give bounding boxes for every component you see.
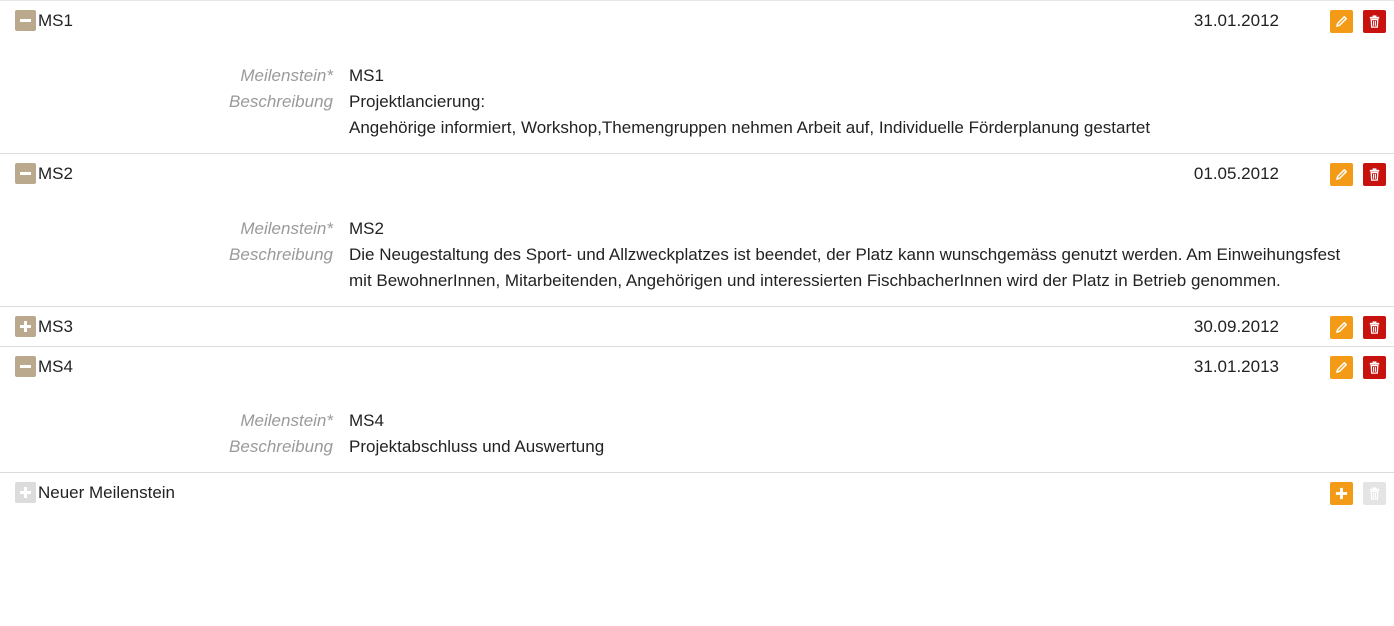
milestone-date: 31.01.2013: [1193, 357, 1279, 376]
new-milestone-row: Neuer Meilenstein: [0, 472, 1394, 512]
milestone-name: MS2: [38, 164, 73, 183]
milestone-header: MS3 30.09.2012: [0, 307, 1394, 346]
milestone-date: 01.05.2012: [1193, 164, 1279, 183]
collapse-toggle[interactable]: [15, 356, 36, 377]
delete-button[interactable]: [1363, 10, 1386, 33]
delete-button[interactable]: [1363, 163, 1386, 186]
plus-icon: [1335, 487, 1348, 500]
minus-icon: [20, 172, 31, 175]
milestone-row: MS4 31.01.2013 Meilenstein* MS4 Beschrei…: [0, 346, 1394, 472]
pencil-icon: [1336, 362, 1347, 373]
field-value: Projektabschluss und Auswertung: [349, 437, 605, 456]
milestone-header: MS1 31.01.2012: [0, 1, 1394, 41]
expand-toggle: [15, 482, 36, 503]
add-milestone-button[interactable]: [1330, 482, 1353, 505]
minus-icon: [20, 365, 31, 368]
edit-button[interactable]: [1330, 10, 1353, 33]
pencil-icon: [1336, 169, 1347, 180]
field-milestone: Meilenstein* MS4: [0, 408, 1394, 434]
field-description: Beschreibung Projektlancierung: Angehöri…: [0, 89, 1394, 141]
field-value: MS1: [349, 66, 384, 85]
field-value: Projektlancierung: Angehörige informiert…: [349, 92, 1151, 137]
field-value: Die Neugestaltung des Sport- und Allzwec…: [349, 245, 1341, 290]
delete-button[interactable]: [1363, 316, 1386, 339]
new-milestone-label: Neuer Meilenstein: [38, 483, 176, 502]
trash-icon: [1369, 487, 1380, 500]
milestone-row: MS1 31.01.2012 Meilenstein* MS1 Beschrei…: [0, 0, 1394, 153]
field-milestone: Meilenstein* MS2: [0, 216, 1394, 242]
milestone-header: MS4 31.01.2013: [0, 347, 1394, 386]
milestone-name: MS4: [38, 357, 73, 376]
field-label: Beschreibung: [229, 245, 333, 264]
field-label: Meilenstein*: [240, 411, 333, 430]
minus-icon: [20, 19, 31, 22]
edit-button[interactable]: [1330, 356, 1353, 379]
delete-button[interactable]: [1363, 356, 1386, 379]
field-milestone: Meilenstein* MS1: [0, 63, 1394, 89]
new-milestone-header: Neuer Meilenstein: [0, 473, 1394, 512]
field-description: Beschreibung Die Neugestaltung des Sport…: [0, 242, 1394, 294]
milestone-list: MS1 31.01.2012 Meilenstein* MS1 Beschrei…: [0, 0, 1394, 512]
field-label: Meilenstein*: [240, 66, 333, 85]
milestone-name: MS3: [38, 317, 73, 336]
trash-icon: [1369, 168, 1380, 181]
edit-button[interactable]: [1330, 316, 1353, 339]
milestone-name: MS1: [38, 11, 73, 30]
pencil-icon: [1336, 322, 1347, 333]
milestone-date: 30.09.2012: [1193, 317, 1279, 336]
milestone-date: 31.01.2012: [1193, 11, 1279, 30]
field-value: MS2: [349, 219, 384, 238]
milestone-details: Meilenstein* MS4 Beschreibung Projektabs…: [0, 408, 1394, 472]
pencil-icon: [1336, 16, 1347, 27]
field-label: Beschreibung: [229, 92, 333, 111]
trash-icon: [1369, 321, 1380, 334]
field-description: Beschreibung Projektabschluss und Auswer…: [0, 434, 1394, 460]
field-label: Meilenstein*: [240, 219, 333, 238]
milestone-details: Meilenstein* MS2 Beschreibung Die Neuges…: [0, 216, 1394, 306]
delete-button: [1363, 482, 1386, 505]
milestone-header: MS2 01.05.2012: [0, 154, 1394, 194]
collapse-toggle[interactable]: [15, 163, 36, 184]
collapse-toggle[interactable]: [15, 10, 36, 31]
field-label: Beschreibung: [229, 437, 333, 456]
edit-button[interactable]: [1330, 163, 1353, 186]
milestone-details: Meilenstein* MS1 Beschreibung Projektlan…: [0, 63, 1394, 153]
expand-toggle[interactable]: [15, 316, 36, 337]
milestone-row: MS3 30.09.2012: [0, 306, 1394, 346]
trash-icon: [1369, 361, 1380, 374]
milestone-row: MS2 01.05.2012 Meilenstein* MS2 Beschrei…: [0, 153, 1394, 306]
trash-icon: [1369, 15, 1380, 28]
field-value: MS4: [349, 411, 384, 430]
